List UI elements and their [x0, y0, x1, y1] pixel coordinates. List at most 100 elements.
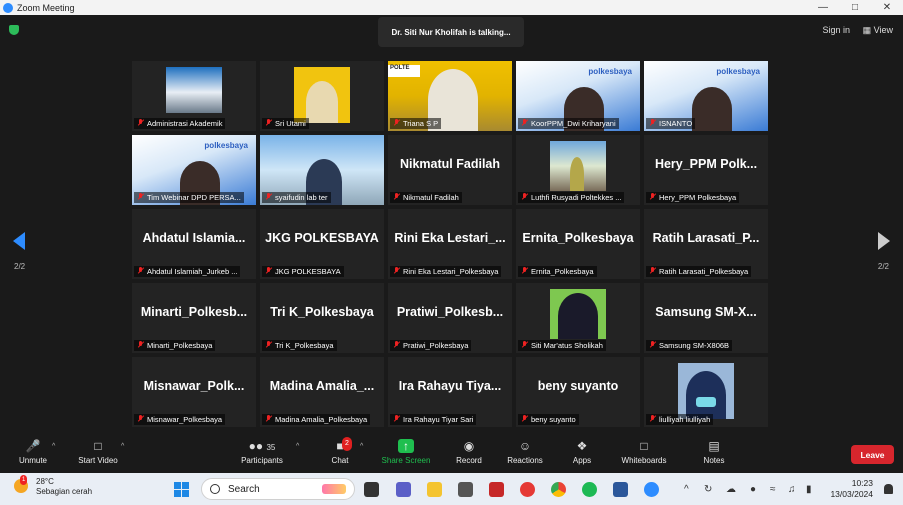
- participant-nameplate: beny suyanto: [518, 414, 579, 425]
- close-icon[interactable]: ✕: [871, 2, 903, 13]
- participant-tile[interactable]: Madina Amalia_... Madina Amalia_Polkesbay…: [260, 357, 384, 427]
- file-explorer-icon[interactable]: [427, 482, 442, 497]
- security-shield-icon[interactable]: [9, 25, 19, 35]
- participant-tile[interactable]: liulliyah liulliyah: [644, 357, 768, 427]
- participant-display-name: Ira Rahayu Tiya...: [398, 379, 502, 393]
- participant-tile[interactable]: Siti Mar'atus Sholikah: [516, 283, 640, 353]
- show-hidden-icons-caret-icon[interactable]: ^: [684, 484, 689, 495]
- chrome-browser-icon[interactable]: [551, 482, 566, 497]
- start-video-button[interactable]: □ Start Video: [72, 439, 124, 465]
- sync-icon[interactable]: ↻: [704, 484, 712, 495]
- window-title: Zoom Meeting: [17, 2, 75, 13]
- window-title-bar: Zoom Meeting — □ ✕: [0, 0, 903, 15]
- apps-button[interactable]: ❖ Apps: [568, 439, 596, 465]
- minimize-icon[interactable]: —: [807, 2, 839, 13]
- participant-tile[interactable]: Administrasi Akademik: [132, 61, 256, 131]
- taskbar-clock[interactable]: 10:23 13/03/2024: [830, 478, 873, 500]
- participant-nameplate: ISNANTO: [646, 118, 696, 129]
- opera-browser-icon[interactable]: [520, 482, 535, 497]
- participant-tile[interactable]: polkesbaya KoorPPM_Dwi Kriharyani: [516, 61, 640, 131]
- participant-tile[interactable]: Pratiwi_Polkesb... Pratiwi_Polkesbaya: [388, 283, 512, 353]
- participant-tile[interactable]: JKG POLKESBAYA JKG POLKESBAYA: [260, 209, 384, 279]
- muted-microphone-icon: [649, 193, 656, 201]
- reactions-button[interactable]: ☺ Reactions: [504, 439, 546, 465]
- participant-name-label: Pratiwi_Polkesbaya: [403, 341, 469, 350]
- muted-microphone-icon: [265, 119, 272, 127]
- microphone-tray-icon[interactable]: ●: [750, 484, 756, 495]
- participant-tile[interactable]: Ernita_Polkesbaya Ernita_Polkesbaya: [516, 209, 640, 279]
- participant-tile[interactable]: Ira Rahayu Tiya... Ira Rahayu Tiyar Sari: [388, 357, 512, 427]
- participant-tile[interactable]: Misnawar_Polk... Misnawar_Polkesbaya: [132, 357, 256, 427]
- chat-caret-icon[interactable]: ^: [360, 443, 363, 450]
- battery-icon[interactable]: ▮: [806, 484, 812, 495]
- page-indicator-left: 2/2: [14, 262, 26, 271]
- apps-icon: ❖: [576, 439, 588, 453]
- participant-tile[interactable]: syaifudin lab ter: [260, 135, 384, 205]
- task-view-icon[interactable]: [364, 482, 379, 497]
- record-button[interactable]: ◉ Record: [452, 439, 486, 465]
- participants-caret-icon[interactable]: ^: [296, 443, 299, 450]
- participant-tile[interactable]: polkesbaya ISNANTO: [644, 61, 768, 131]
- record-icon: ◉: [463, 439, 475, 453]
- participant-tile[interactable]: Minarti_Polkesb... Minarti_Polkesbaya: [132, 283, 256, 353]
- windows-taskbar: 1 28°C Sebagian cerah Search ^ ↻ ☁ ● ≈ ♫…: [0, 473, 903, 505]
- windows-start-icon[interactable]: [174, 482, 189, 497]
- previous-page-arrow-icon[interactable]: [13, 232, 25, 250]
- reactions-label: Reactions: [507, 456, 543, 465]
- next-page-arrow-icon[interactable]: [878, 232, 890, 250]
- participant-gallery: Administrasi Akademik Sri Utami POLTE Trian…: [132, 61, 772, 427]
- muted-microphone-icon: [137, 193, 144, 201]
- camera-app-icon[interactable]: [458, 482, 473, 497]
- participant-nameplate: Ratih Larasati_Polkesbaya: [646, 266, 752, 277]
- participant-tile[interactable]: Samsung SM-X... Samsung SM-X806B: [644, 283, 768, 353]
- participant-name-label: Madina Amalia_Polkesbaya: [275, 415, 368, 424]
- participant-nameplate: KoorPPM_Dwi Kriharyani: [518, 118, 619, 129]
- participant-nameplate: Tri K_Polkesbaya: [262, 340, 337, 351]
- wifi-icon[interactable]: ≈: [770, 484, 776, 495]
- participants-button[interactable]: ●● 35 Participants: [234, 439, 290, 465]
- participant-name-label: Samsung SM-X806B: [659, 341, 730, 350]
- participant-nameplate: Pratiwi_Polkesbaya: [390, 340, 472, 351]
- participant-tile[interactable]: Rini Eka Lestari_... Rini Eka Lestari_Pol…: [388, 209, 512, 279]
- leave-button[interactable]: Leave: [851, 445, 894, 464]
- participant-tile[interactable]: Hery_PPM Polk... Hery_PPM Polkesbaya: [644, 135, 768, 205]
- participant-tile[interactable]: polkesbaya Tim Webinar DPD PERSA...: [132, 135, 256, 205]
- muted-microphone-icon: [265, 341, 272, 349]
- zoom-app-icon[interactable]: [644, 482, 659, 497]
- maximize-icon[interactable]: □: [839, 2, 871, 13]
- notes-label: Notes: [703, 456, 725, 465]
- whiteboards-button[interactable]: □ Whiteboards: [617, 439, 671, 465]
- participant-name-label: Minarti_Polkesbaya: [147, 341, 213, 350]
- video-options-caret-icon[interactable]: ^: [121, 443, 124, 450]
- notes-button[interactable]: ▤ Notes: [699, 439, 729, 465]
- participant-tile[interactable]: Sri Utami: [260, 61, 384, 131]
- participant-tile[interactable]: Nikmatul Fadilah Nikmatul Fadilah: [388, 135, 512, 205]
- pdf-reader-icon[interactable]: [489, 482, 504, 497]
- participant-tile[interactable]: Luthfi Rusyadi Poltekkes ...: [516, 135, 640, 205]
- participant-name-label: Tri K_Polkesbaya: [275, 341, 334, 350]
- participant-display-name: Samsung SM-X...: [655, 305, 757, 319]
- taskbar-search-box[interactable]: Search: [201, 478, 355, 500]
- notification-bell-icon[interactable]: [884, 484, 893, 494]
- cloud-icon[interactable]: ☁: [726, 484, 736, 495]
- participant-tile[interactable]: Tri K_Polkesbaya Tri K_Polkesbaya: [260, 283, 384, 353]
- teams-chat-icon[interactable]: [396, 482, 411, 497]
- participant-tile[interactable]: Ahdatul Islamia... Ahdatul Islamiah_Jurke…: [132, 209, 256, 279]
- audio-options-caret-icon[interactable]: ^: [52, 443, 55, 450]
- participant-name-label: Ernita_Polkesbaya: [531, 267, 594, 276]
- participant-tile[interactable]: beny suyanto beny suyanto: [516, 357, 640, 427]
- view-button[interactable]: ▦ View: [863, 25, 893, 36]
- spotify-icon[interactable]: [582, 482, 597, 497]
- share-screen-button[interactable]: ↑ Share Screen: [378, 439, 434, 465]
- chat-button[interactable]: ■ 2 Chat: [325, 437, 355, 465]
- participant-tile[interactable]: POLTE Triana S P: [388, 61, 512, 131]
- word-app-icon[interactable]: [613, 482, 628, 497]
- participant-nameplate: Sri Utami: [262, 118, 309, 129]
- participant-name-label: Siti Mar'atus Sholikah: [531, 341, 603, 350]
- participant-nameplate: Ahdatul Islamiah_Jurkeb ...: [134, 266, 241, 277]
- volume-icon[interactable]: ♫: [788, 484, 796, 495]
- muted-microphone-icon: [649, 415, 656, 423]
- unmute-button[interactable]: 🎤 Unmute: [13, 439, 53, 465]
- participant-tile[interactable]: Ratih Larasati_P... Ratih Larasati_Polkes…: [644, 209, 768, 279]
- sign-in-link[interactable]: Sign in: [822, 25, 850, 35]
